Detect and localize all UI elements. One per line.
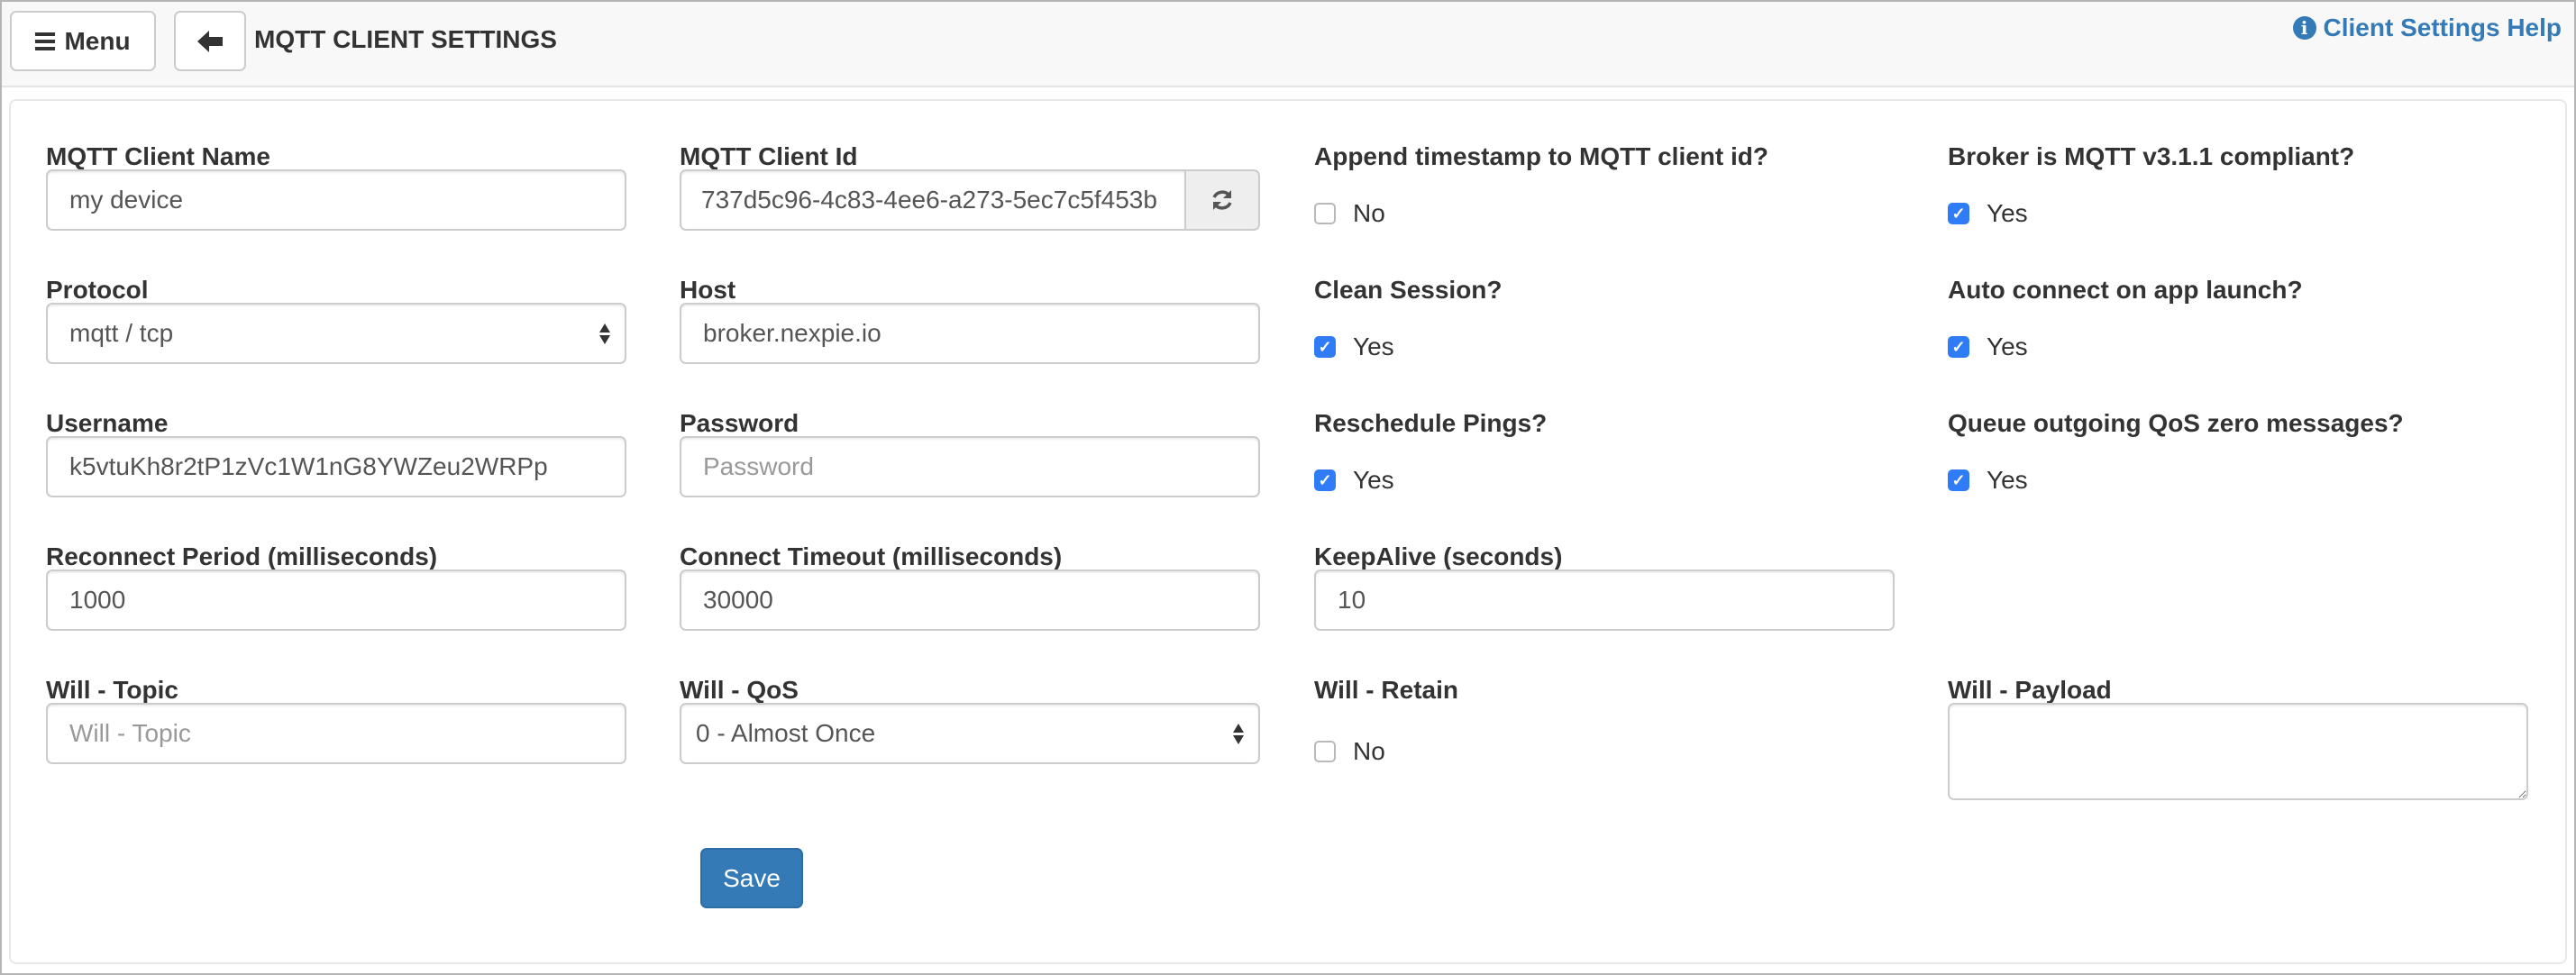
info-circle-icon: i [2292,16,2316,40]
clean-session-field: Clean Session? ✓ Yes [1314,275,1895,360]
client-name-label: MQTT Client Name [46,142,270,170]
password-field: Password Password [680,408,1260,497]
password-input[interactable]: Password [680,436,1260,497]
will-payload-field: Will - Payload [1948,675,2528,800]
checkbox-checked-icon: ✓ [1948,469,1969,491]
select-arrows-icon [1233,723,1244,744]
append-timestamp-state: No [1353,199,1385,227]
broker-compliant-label: Broker is MQTT v3.1.1 compliant? [1948,142,2355,170]
help-link-label: Client Settings Help [2323,14,2562,41]
queue-qos-zero-label: Queue outgoing QoS zero messages? [1948,409,2404,437]
client-name-input[interactable]: my device [46,169,626,231]
will-qos-select[interactable]: 0 - Almost Once [680,703,1260,764]
broker-compliant-field: Broker is MQTT v3.1.1 compliant? ✓ Yes [1948,141,2528,227]
clean-session-checkbox[interactable]: ✓ Yes [1314,333,1394,361]
connect-timeout-field: Connect Timeout (milliseconds) 30000 [680,542,1260,631]
username-field: Username k5vtuKh8r2tP1zVc1W1nG8YWZeu2WRP… [46,408,626,497]
will-retain-label: Will - Retain [1314,676,1458,704]
append-timestamp-label: Append timestamp to MQTT client id? [1314,142,1768,170]
append-timestamp-checkbox[interactable]: No [1314,199,1385,228]
checkbox-checked-icon: ✓ [1948,203,1969,224]
client-id-field: MQTT Client Id 737d5c96-4c83-4ee6-a273-5… [680,141,1260,231]
menu-button[interactable]: Menu [10,11,156,71]
refresh-icon [1212,190,1232,210]
append-timestamp-field: Append timestamp to MQTT client id? No [1314,141,1895,227]
will-payload-textarea[interactable] [1948,703,2528,800]
auto-connect-label: Auto connect on app launch? [1948,276,2303,304]
client-id-label: MQTT Client Id [680,142,858,170]
client-id-input[interactable]: 737d5c96-4c83-4ee6-a273-5ec7c5f453b [680,169,1186,231]
host-input[interactable]: broker.nexpie.io [680,303,1260,364]
keepalive-input[interactable]: 10 [1314,570,1895,631]
will-retain-field: Will - Retain No [1314,675,1895,765]
protocol-select[interactable]: mqtt / tcp [46,303,626,364]
client-settings-help-link[interactable]: i Client Settings Help [2292,14,2562,42]
will-topic-label: Will - Topic [46,676,178,704]
protocol-value: mqtt / tcp [69,319,174,347]
will-qos-value: 0 - Almost Once [696,719,876,747]
keepalive-label: KeepAlive (seconds) [1314,542,1563,570]
checkbox-checked-icon: ✓ [1314,469,1336,491]
username-input[interactable]: k5vtuKh8r2tP1zVc1W1nG8YWZeu2WRPp [46,436,626,497]
arrow-left-icon [197,30,223,52]
will-topic-field: Will - Topic Will - Topic [46,675,626,764]
will-qos-field: Will - QoS 0 - Almost Once [680,675,1260,764]
will-qos-label: Will - QoS [680,676,799,704]
protocol-label: Protocol [46,276,149,304]
keepalive-field: KeepAlive (seconds) 10 [1314,542,1895,631]
save-button[interactable]: Save [700,848,803,908]
regenerate-client-id-button[interactable] [1186,169,1260,231]
client-name-field: MQTT Client Name my device [46,141,626,231]
select-arrows-icon [599,323,610,344]
auto-connect-checkbox[interactable]: ✓ Yes [1948,333,2028,361]
connect-timeout-input[interactable]: 30000 [680,570,1260,631]
reschedule-pings-state: Yes [1353,466,1394,494]
password-label: Password [680,409,799,437]
client-id-input-group: 737d5c96-4c83-4ee6-a273-5ec7c5f453b [680,169,1260,231]
reconnect-period-field: Reconnect Period (milliseconds) 1000 [46,542,626,631]
will-retain-checkbox[interactable]: No [1314,737,1385,766]
reconnect-period-input[interactable]: 1000 [46,570,626,631]
checkbox-unchecked-icon [1314,741,1336,762]
reschedule-pings-label: Reschedule Pings? [1314,409,1548,437]
clean-session-state: Yes [1353,333,1394,360]
checkbox-checked-icon: ✓ [1948,336,1969,358]
queue-qos-zero-state: Yes [1987,466,2028,494]
broker-compliant-state: Yes [1987,199,2028,227]
queue-qos-zero-checkbox[interactable]: ✓ Yes [1948,466,2028,495]
auto-connect-state: Yes [1987,333,2028,360]
queue-qos-zero-field: Queue outgoing QoS zero messages? ✓ Yes [1948,408,2528,494]
will-payload-label: Will - Payload [1948,676,2112,704]
will-retain-state: No [1353,737,1385,765]
top-navbar: Menu MQTT CLIENT SETTINGS i Client Setti… [2,2,2574,87]
checkbox-unchecked-icon [1314,203,1336,224]
connect-timeout-label: Connect Timeout (milliseconds) [680,542,1063,570]
will-topic-input[interactable]: Will - Topic [46,703,626,764]
host-label: Host [680,276,736,304]
host-field: Host broker.nexpie.io [680,275,1260,364]
broker-compliant-checkbox[interactable]: ✓ Yes [1948,199,2028,228]
hamburger-icon [35,32,56,50]
auto-connect-field: Auto connect on app launch? ✓ Yes [1948,275,2528,360]
reconnect-period-label: Reconnect Period (milliseconds) [46,542,438,570]
page-title: MQTT CLIENT SETTINGS [254,25,557,53]
settings-panel: MQTT Client Name my device MQTT Client I… [9,99,2567,964]
protocol-field: Protocol mqtt / tcp [46,275,626,364]
back-button[interactable] [174,11,246,71]
username-label: Username [46,409,169,437]
reschedule-pings-checkbox[interactable]: ✓ Yes [1314,466,1394,495]
reschedule-pings-field: Reschedule Pings? ✓ Yes [1314,408,1895,494]
clean-session-label: Clean Session? [1314,276,1503,304]
checkbox-checked-icon: ✓ [1314,336,1336,358]
menu-label: Menu [64,26,131,55]
